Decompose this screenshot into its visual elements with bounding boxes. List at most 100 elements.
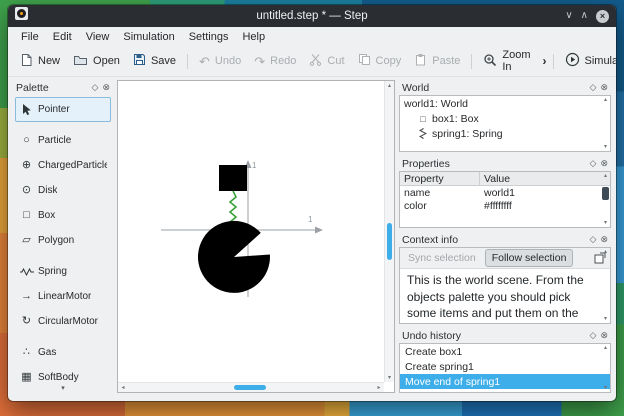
menu-item-edit[interactable]: Edit xyxy=(46,29,79,45)
redo-button[interactable]: ↷ Redo xyxy=(248,52,302,71)
toolbar-separator xyxy=(552,53,554,69)
properties-dock-header[interactable]: Properties ◇ ⊗ xyxy=(399,156,611,171)
float-panel-icon[interactable]: ◇ xyxy=(92,83,99,92)
close-panel-icon[interactable]: ⊗ xyxy=(600,235,608,244)
world-scrollbar[interactable]: ▴ ▾ xyxy=(601,96,610,151)
world-scene-canvas[interactable]: 1 1 ◂ ▸ ▴ ▾ xyxy=(117,80,395,393)
canvas-vertical-scrollbar[interactable]: ▴ ▾ xyxy=(384,81,394,382)
palette-item-polygon[interactable]: ▱ Polygon xyxy=(15,228,111,253)
context-info-panel: Context info ◇ ⊗ Sync selection Follow s… xyxy=(399,232,611,324)
scroll-up-icon[interactable]: ▴ xyxy=(604,345,607,351)
palette-item-pointer[interactable]: Pointer xyxy=(15,97,111,122)
sync-selection-button[interactable]: Sync selection xyxy=(404,250,480,266)
menu-item-file[interactable]: File xyxy=(14,29,46,45)
zoom-in-button[interactable]: Zoom In xyxy=(477,46,536,76)
scroll-up-icon[interactable]: ▴ xyxy=(604,173,607,179)
float-panel-icon[interactable]: ◇ xyxy=(590,159,597,168)
undo-item-create-box1[interactable]: Create box1 xyxy=(400,344,610,359)
pointer-icon xyxy=(19,103,34,116)
close-panel-icon[interactable]: ⊗ xyxy=(600,159,608,168)
palette-item-circular-motor[interactable]: ↻ CircularMotor xyxy=(15,309,111,334)
toolbar-separator xyxy=(187,53,189,69)
scroll-down-icon[interactable]: ▾ xyxy=(604,316,607,322)
scroll-up-icon[interactable]: ▴ xyxy=(604,97,607,103)
palette-item-box[interactable]: □ Box xyxy=(15,203,111,228)
property-row-color[interactable]: color #ffffffff xyxy=(400,199,610,212)
titlebar[interactable]: untitled.step * — Step ∨ ∧ × xyxy=(8,5,616,27)
palette-item-gas[interactable]: ∴ Gas xyxy=(15,340,111,365)
context-dock-header[interactable]: Context info ◇ ⊗ xyxy=(399,232,611,247)
open-folder-icon xyxy=(73,54,88,69)
close-panel-icon[interactable]: ⊗ xyxy=(600,83,608,92)
maximize-button[interactable]: ∧ xyxy=(581,11,588,21)
simulate-button[interactable]: Simulate ▾ xyxy=(559,49,616,73)
minimize-button[interactable]: ∨ xyxy=(565,11,572,21)
palette-item-spring[interactable]: Spring xyxy=(15,259,111,284)
new-button[interactable]: New xyxy=(14,50,66,73)
palette-item-disk[interactable]: ⊙ Disk xyxy=(15,178,111,203)
scroll-down-icon[interactable]: ▾ xyxy=(604,385,607,391)
float-panel-icon[interactable]: ◇ xyxy=(590,235,597,244)
properties-scrollbar[interactable]: ▴ ▾ xyxy=(601,172,610,227)
context-info-body: Sync selection Follow selection This is … xyxy=(399,247,611,324)
toolbar-overflow-chevron[interactable]: › xyxy=(538,53,552,69)
menu-item-settings[interactable]: Settings xyxy=(182,29,236,45)
undo-item-move-end-of-spring1[interactable]: Move end of spring1 xyxy=(400,374,610,389)
canvas-horizontal-scrollbar[interactable]: ◂ ▸ xyxy=(118,382,384,392)
step-app-icon xyxy=(15,7,28,25)
scroll-down-icon[interactable]: ▾ xyxy=(604,220,607,226)
box1-object[interactable] xyxy=(219,165,247,191)
tree-item-world1[interactable]: world1: World xyxy=(400,96,610,111)
cut-button[interactable]: Cut xyxy=(303,50,350,72)
scroll-up-icon[interactable]: ▴ xyxy=(388,81,391,90)
scroll-up-icon[interactable]: ▴ xyxy=(604,249,607,255)
scroll-right-icon[interactable]: ▸ xyxy=(374,385,384,391)
copy-button[interactable]: Copy xyxy=(352,50,408,72)
float-panel-icon[interactable]: ◇ xyxy=(590,83,597,92)
world-tree: world1: World □ box1: Box spring1: Sprin… xyxy=(399,95,611,152)
menu-item-simulation[interactable]: Simulation xyxy=(116,29,181,45)
undo-history-list: Create box1 Create spring1 Move end of s… xyxy=(399,343,611,393)
close-panel-icon[interactable]: ⊗ xyxy=(102,83,110,92)
column-header-value: Value xyxy=(484,172,511,185)
palette-item-particle[interactable]: ○ Particle xyxy=(15,128,111,153)
palette-dock-header[interactable]: Palette ◇ ⊗ xyxy=(13,80,113,95)
menu-item-help[interactable]: Help xyxy=(235,29,272,45)
hscroll-thumb[interactable] xyxy=(233,385,266,390)
float-panel-icon[interactable]: ◇ xyxy=(590,331,597,340)
undo-item-create-spring1[interactable]: Create spring1 xyxy=(400,359,610,374)
open-button[interactable]: Open xyxy=(67,51,126,72)
scroll-down-icon[interactable]: ▾ xyxy=(388,373,391,382)
paste-button[interactable]: Paste xyxy=(408,50,466,72)
properties-table: Property Value name world1 color #ffffff… xyxy=(399,171,611,228)
hscroll-track[interactable] xyxy=(128,383,374,392)
tree-item-spring1[interactable]: spring1: Spring xyxy=(400,126,610,141)
scroll-down-icon[interactable]: ▾ xyxy=(604,144,607,150)
undo-scrollbar[interactable]: ▴ ▾ xyxy=(601,344,610,392)
simulate-play-icon xyxy=(565,52,580,70)
toolbar-separator xyxy=(471,53,473,69)
main-area: Palette ◇ ⊗ Pointer ○ Particle ⊕ Charged… xyxy=(8,77,616,401)
property-row-name[interactable]: name world1 xyxy=(400,186,610,199)
vscroll-track[interactable] xyxy=(385,90,394,373)
disk1-object[interactable] xyxy=(197,220,270,293)
context-scrollbar[interactable]: ▴ ▾ xyxy=(601,248,610,323)
undo-panel-title: Undo history xyxy=(402,329,461,342)
palette-item-linear-motor[interactable]: → LinearMotor xyxy=(15,284,111,309)
close-button[interactable]: × xyxy=(596,9,609,23)
polygon-icon: ▱ xyxy=(22,234,31,246)
context-toolbar: Sync selection Follow selection xyxy=(400,248,610,269)
world-dock-header[interactable]: World ◇ ⊗ xyxy=(399,80,611,95)
menu-item-view[interactable]: View xyxy=(79,29,117,45)
tree-item-box1[interactable]: □ box1: Box xyxy=(400,111,610,126)
scroll-left-icon[interactable]: ◂ xyxy=(118,385,128,391)
vscroll-thumb[interactable] xyxy=(387,223,392,260)
undo-dock-header[interactable]: Undo history ◇ ⊗ xyxy=(399,328,611,343)
follow-selection-button[interactable]: Follow selection xyxy=(484,249,574,267)
palette-scroll-down-icon[interactable]: ▾ xyxy=(13,382,113,393)
main-toolbar: New Open Save ↶ Undo ↷ Redo Cut Copy Pas… xyxy=(8,46,616,77)
undo-button[interactable]: ↶ Undo xyxy=(193,52,247,71)
close-panel-icon[interactable]: ⊗ xyxy=(600,331,608,340)
palette-item-charged-particle[interactable]: ⊕ ChargedParticle xyxy=(15,153,111,178)
save-button[interactable]: Save xyxy=(127,50,182,72)
